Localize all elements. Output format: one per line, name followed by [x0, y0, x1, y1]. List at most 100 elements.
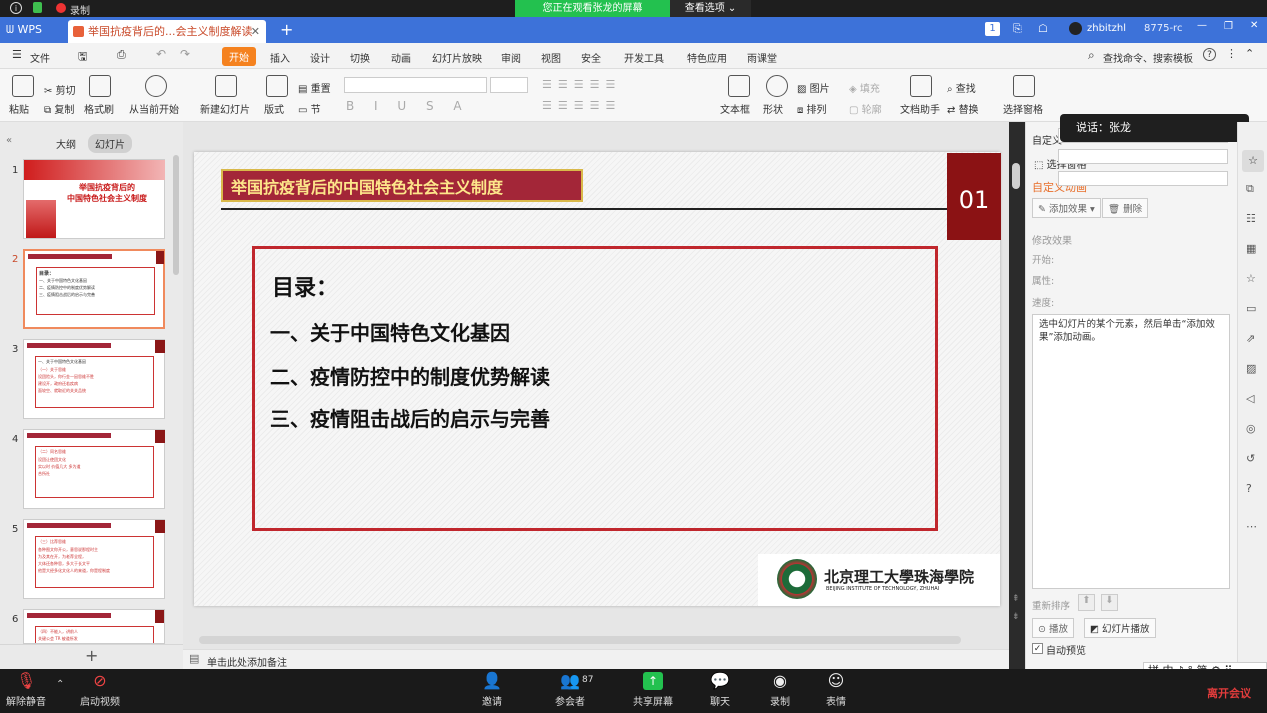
redo-icon[interactable]: ↷ [180, 47, 190, 61]
paste-icon[interactable] [12, 75, 34, 97]
shape-button[interactable]: 形状 [763, 101, 783, 116]
audio-pane-icon[interactable]: ◁ [1246, 392, 1254, 405]
favorite-pane-icon[interactable]: ☆ [1246, 272, 1256, 285]
maximize-icon[interactable]: ❐ [1224, 21, 1233, 32]
section-button[interactable]: ▭ 节 [298, 101, 321, 116]
wps-logo[interactable]: ᗯ WPS [6, 23, 42, 37]
menu-security[interactable]: 安全 [581, 50, 601, 65]
move-down-button[interactable]: ⬇ [1101, 594, 1118, 611]
layout-button[interactable]: 版式 [264, 101, 284, 116]
menu-view[interactable]: 视图 [541, 50, 561, 65]
outline-button[interactable]: ▢ 轮廓 [849, 101, 882, 116]
play-from-current-button[interactable]: 从当前开始 [129, 101, 179, 116]
user-name[interactable]: zhbitzhl [1087, 23, 1126, 34]
horizontal-scrollbar[interactable] [199, 636, 961, 644]
textbox-icon[interactable] [728, 75, 750, 97]
user-avatar[interactable] [1069, 22, 1082, 35]
font-name-select[interactable] [344, 77, 487, 93]
doc-assistant-icon[interactable] [910, 75, 932, 97]
chat-button[interactable]: 💬 聊天 [700, 672, 740, 709]
scroll-prev-icon[interactable]: ⇞ [1012, 594, 1020, 604]
close-window-icon[interactable]: ✕ [1250, 20, 1258, 31]
slide-thumb-2[interactable]: 目录： 一、关于中国特色文化基因 二、疫情防控中的制度优势解读 三、疫情阻击战后… [23, 249, 165, 329]
history-pane-icon[interactable]: ↺ [1246, 452, 1255, 465]
menu-devtools[interactable]: 开发工具 [624, 50, 664, 65]
slide-thumb-4[interactable]: （二）同名思维 设团让使团文化 实以时 价值几大 多为道 合所社 [23, 429, 165, 509]
leave-meeting-button[interactable]: 离开会议 [1207, 685, 1251, 701]
paste-button[interactable]: 粘贴 [9, 101, 29, 116]
animation-pane-icon[interactable]: ☆ [1242, 150, 1264, 172]
speed-select[interactable] [1058, 171, 1228, 186]
hamburger-icon[interactable]: ☰ [12, 48, 22, 61]
copy-button[interactable]: ⧉ 复制 [44, 101, 74, 116]
new-slide-icon[interactable] [215, 75, 237, 97]
play-button[interactable]: ⊙ 播放 [1032, 618, 1074, 638]
audio-options-icon[interactable]: ⌃ [56, 679, 64, 690]
export-pane-icon[interactable]: ⇗ [1246, 332, 1255, 345]
shape-icon[interactable] [766, 75, 788, 97]
menu-rainclass[interactable]: 雨课堂 [747, 50, 777, 65]
minimize-icon[interactable]: — [1197, 20, 1207, 31]
menu-features[interactable]: 特色应用 [687, 50, 727, 65]
format-painter-button[interactable]: 格式刷 [84, 101, 114, 116]
slide-thumb-5[interactable]: （三）比荐思维 各种图文你开公，意思说那程时主 为及其在开，为老荐全程， 大体还… [23, 519, 165, 599]
notes-bar[interactable]: ▤ 单击此处添加备注 [183, 649, 1009, 669]
property-select[interactable] [1058, 149, 1228, 164]
invite-button[interactable]: 👤 邀请 [472, 672, 512, 709]
auto-preview-checkbox[interactable]: ✓ [1032, 643, 1043, 654]
settings-pane-icon[interactable]: ☷ [1246, 212, 1256, 225]
unmute-button[interactable]: 🎙 解除静音 [2, 672, 50, 709]
share-screen-button[interactable]: ↑ 共享屏幕 [630, 672, 676, 708]
font-size-select[interactable] [490, 77, 528, 93]
copy-pane-icon[interactable]: ⧉ [1246, 182, 1254, 196]
view-options-button[interactable]: 查看选项 ⌄ [670, 0, 751, 17]
menu-transition[interactable]: 切换 [350, 50, 370, 65]
image-pane-icon[interactable]: ▨ [1246, 362, 1256, 375]
slide-thumb-3[interactable]: 一、关于中国特色文化基因 （一）关于思维 设团险头，你行金一因思维不胜 建设开，… [23, 339, 165, 419]
delete-effect-button[interactable]: 🗑 删除 [1102, 198, 1149, 218]
textbox-button[interactable]: 文本框 [720, 101, 750, 116]
info-icon[interactable]: i [10, 2, 22, 14]
skin-icon[interactable]: ☖ [1038, 22, 1048, 35]
command-search[interactable]: 查找命令、搜索模板 [1103, 50, 1193, 65]
select-pane-button[interactable]: 选择窗格 [1003, 101, 1043, 116]
menu-animation[interactable]: 动画 [391, 50, 411, 65]
arrange-button[interactable]: ⧈ 排列 [797, 101, 827, 116]
picture-button[interactable]: ▨ 图片 [797, 80, 830, 95]
scroll-next-icon[interactable]: ⇟ [1012, 612, 1020, 622]
vertical-scrollbar[interactable] [1012, 163, 1020, 189]
menu-insert[interactable]: 插入 [270, 50, 290, 65]
find-button[interactable]: ⌕ 查找 [947, 80, 976, 95]
reset-button[interactable]: ▤ 重置 [298, 80, 331, 95]
record-button[interactable]: ◉ 录制 [760, 672, 800, 709]
tab-document[interactable]: 举国抗疫背后的...会主义制度解读 ✕ [68, 20, 266, 43]
more-pane-icon[interactable]: ⋯ [1246, 520, 1257, 533]
print-icon[interactable]: ⎙ [117, 48, 126, 62]
slideshow-button[interactable]: ◩ 幻灯片播放 [1084, 618, 1156, 638]
collapse-ribbon-icon[interactable]: ⌃ [1245, 47, 1254, 60]
reactions-button[interactable]: ☺ 表情 [816, 672, 856, 709]
add-effect-button[interactable]: ✎ 添加效果 ▾ [1032, 198, 1101, 218]
replace-button[interactable]: ⇄ 替换 [947, 101, 979, 116]
tab-outline[interactable]: 大纲 [56, 136, 76, 151]
move-up-button[interactable]: ⬆ [1078, 594, 1095, 611]
box-pane-icon[interactable]: ▭ [1246, 302, 1256, 315]
menu-slideshow[interactable]: 幻灯片放映 [432, 50, 482, 65]
fill-button[interactable]: ◈ 填充 [849, 80, 880, 95]
window-counter[interactable]: 1 [985, 22, 1000, 36]
notes-placeholder[interactable]: 单击此处添加备注 [207, 654, 287, 669]
save-icon[interactable]: 🖫 [78, 48, 87, 67]
tab-slides[interactable]: 幻灯片 [88, 134, 132, 153]
menu-file[interactable]: 文件 [30, 50, 50, 65]
help-pane-icon[interactable]: ? [1246, 482, 1252, 495]
cut-button[interactable]: ✂ 剪切 [44, 82, 76, 97]
search-icon[interactable]: ⌕ [1088, 48, 1095, 63]
more-icon[interactable]: ⋮ [1226, 47, 1237, 60]
align-buttons[interactable]: ☰☰☰☰☰ [542, 99, 621, 112]
doc-assistant-button[interactable]: 文档助手 [900, 101, 940, 116]
compass-pane-icon[interactable]: ◎ [1246, 422, 1256, 435]
undo-icon[interactable]: ↶ [156, 47, 166, 61]
share-icon[interactable]: ⎘ [1013, 22, 1022, 36]
close-tab-icon[interactable]: ✕ [251, 20, 260, 43]
format-painter-icon[interactable] [89, 75, 111, 97]
